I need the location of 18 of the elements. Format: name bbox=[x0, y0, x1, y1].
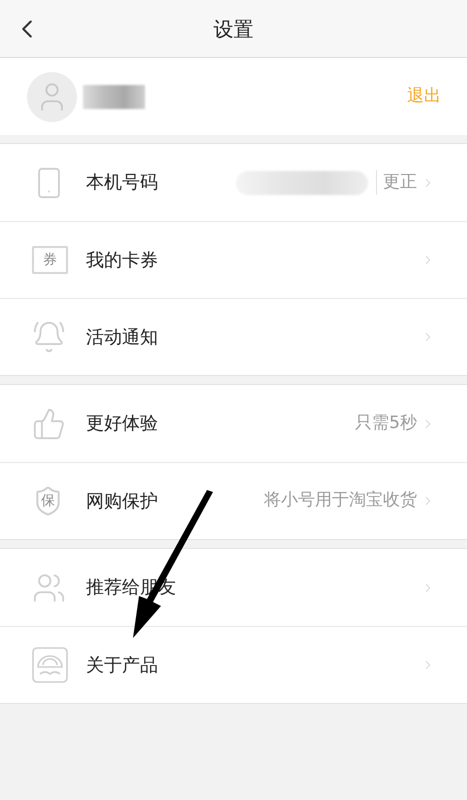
mustache-box-icon bbox=[32, 647, 68, 683]
settings-row[interactable]: 活动通知 bbox=[0, 298, 467, 375]
bell-icon bbox=[32, 320, 66, 354]
row-label: 活动通知 bbox=[86, 326, 158, 350]
row-detail: 只需5秒 bbox=[355, 412, 417, 435]
row-label: 更好体验 bbox=[86, 412, 158, 436]
page-title: 设置 bbox=[214, 16, 254, 42]
row-label: 关于产品 bbox=[86, 654, 158, 678]
row-label: 我的卡券 bbox=[86, 248, 158, 272]
row-label: 本机号码 bbox=[86, 171, 158, 195]
row-detail: 将小号用于淘宝收货 bbox=[264, 489, 417, 512]
settings-row[interactable]: 本机号码 更正 bbox=[0, 144, 467, 221]
settings-row[interactable]: 关于产品 bbox=[0, 626, 467, 703]
settings-row[interactable]: 更好体验 只需5秒 bbox=[0, 385, 467, 462]
thumbs-up-icon bbox=[32, 406, 66, 440]
ticket-icon: 券 bbox=[32, 246, 68, 274]
row-label: 网购保护 bbox=[86, 490, 158, 514]
settings-row[interactable]: 券 我的卡券 bbox=[0, 221, 467, 298]
